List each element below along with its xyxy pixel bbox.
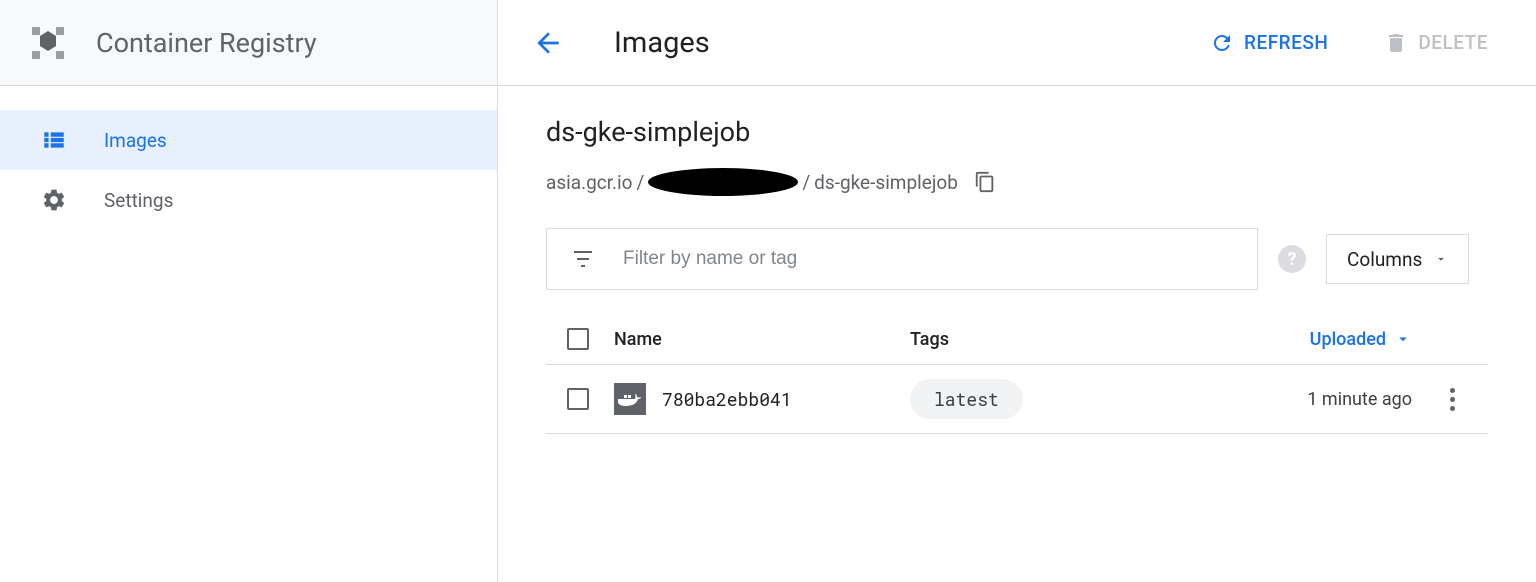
column-header-uploaded[interactable]: Uploaded	[1266, 329, 1412, 350]
sidebar-item-label: Settings	[104, 189, 173, 212]
copy-icon	[974, 171, 996, 193]
copy-button[interactable]	[974, 171, 996, 193]
uploaded-time: 1 minute ago	[1307, 389, 1412, 410]
refresh-icon	[1210, 31, 1234, 55]
table-header-row: Name Tags Uploaded	[546, 314, 1488, 365]
sidebar-item-settings[interactable]: Settings	[0, 170, 497, 230]
breadcrumb: asia.gcr.io / / ds-gke-simplejob	[546, 168, 1488, 196]
breadcrumb-sep: /	[636, 171, 644, 194]
images-table: Name Tags Uploaded	[546, 314, 1488, 434]
select-all-checkbox[interactable]	[567, 328, 589, 350]
sidebar-nav: Images Settings	[0, 86, 497, 230]
breadcrumb-sep: /	[802, 171, 810, 194]
tag-chip: latest	[910, 379, 1023, 419]
columns-button[interactable]: Columns	[1326, 234, 1469, 284]
filter-icon	[571, 247, 595, 271]
docker-icon	[614, 383, 646, 415]
container-registry-icon	[24, 19, 72, 67]
row-menu-button[interactable]	[1440, 387, 1464, 411]
repo-title: ds-gke-simplejob	[546, 116, 1488, 148]
breadcrumb-host: asia.gcr.io	[546, 171, 632, 194]
refresh-label: REFRESH	[1244, 31, 1328, 54]
sidebar-item-images[interactable]: Images	[0, 110, 497, 170]
toolbar: Images REFRESH DELETE	[498, 0, 1536, 86]
trash-icon	[1384, 31, 1408, 55]
list-icon	[40, 126, 68, 154]
row-checkbox[interactable]	[567, 388, 589, 410]
columns-label: Columns	[1347, 248, 1422, 271]
filter-input-container	[546, 228, 1258, 290]
dropdown-icon	[1434, 252, 1448, 266]
column-header-name[interactable]: Name	[614, 329, 894, 350]
sort-desc-icon	[1394, 330, 1412, 348]
gear-icon	[40, 186, 68, 214]
breadcrumb-project-redacted	[648, 168, 798, 196]
filter-input[interactable]	[623, 248, 1233, 270]
refresh-button[interactable]: REFRESH	[1194, 23, 1344, 63]
table-row[interactable]: 780ba2ebb041 latest 1 minute ago	[546, 365, 1488, 434]
product-title: Container Registry	[96, 27, 317, 59]
column-header-tags[interactable]: Tags	[910, 329, 1250, 350]
page-title: Images	[614, 26, 710, 60]
image-name: 780ba2ebb041	[662, 387, 792, 411]
breadcrumb-repo: ds-gke-simplejob	[814, 171, 958, 194]
back-button[interactable]	[530, 25, 566, 61]
help-icon[interactable]: ?	[1278, 245, 1306, 273]
sidebar: Container Registry Images Settings	[0, 0, 498, 582]
delete-label: DELETE	[1418, 31, 1488, 54]
sidebar-item-label: Images	[104, 129, 167, 152]
delete-button[interactable]: DELETE	[1368, 23, 1504, 63]
sidebar-header: Container Registry	[0, 0, 497, 86]
main-content: Images REFRESH DELETE ds-gke-simplejob a…	[498, 0, 1536, 582]
